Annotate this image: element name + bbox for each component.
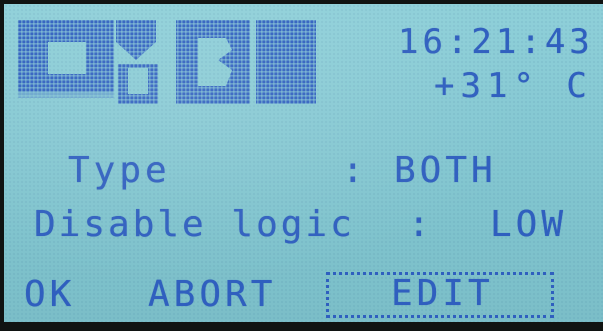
logo-o-mark — [18, 20, 114, 98]
setting-value-disable-logic: LOW — [490, 204, 568, 245]
logo-b-mark — [176, 20, 250, 104]
setting-label-disable-logic: Disable logic — [34, 204, 355, 245]
abort-softkey[interactable]: ABORT — [148, 274, 276, 315]
clock-readout: 16:21:43 — [398, 22, 594, 62]
temperature-readout: +31° C — [434, 66, 593, 106]
ok-softkey[interactable]: OK — [24, 274, 75, 315]
setting-label-type: Type — [68, 150, 171, 191]
brand-logo — [18, 20, 316, 104]
setting-separator-disable-logic: : — [408, 204, 434, 245]
edit-softkey-label: EDIT — [391, 273, 494, 314]
logo-square-mark — [256, 20, 316, 104]
setting-separator-type: : — [342, 150, 368, 191]
setting-value-type: BOTH — [394, 150, 497, 191]
lcd-screen: 16:21:43 +31° C Type : BOTH Disable logi… — [4, 4, 603, 322]
logo-v-mark — [116, 20, 158, 104]
edit-softkey[interactable]: EDIT — [326, 272, 554, 318]
